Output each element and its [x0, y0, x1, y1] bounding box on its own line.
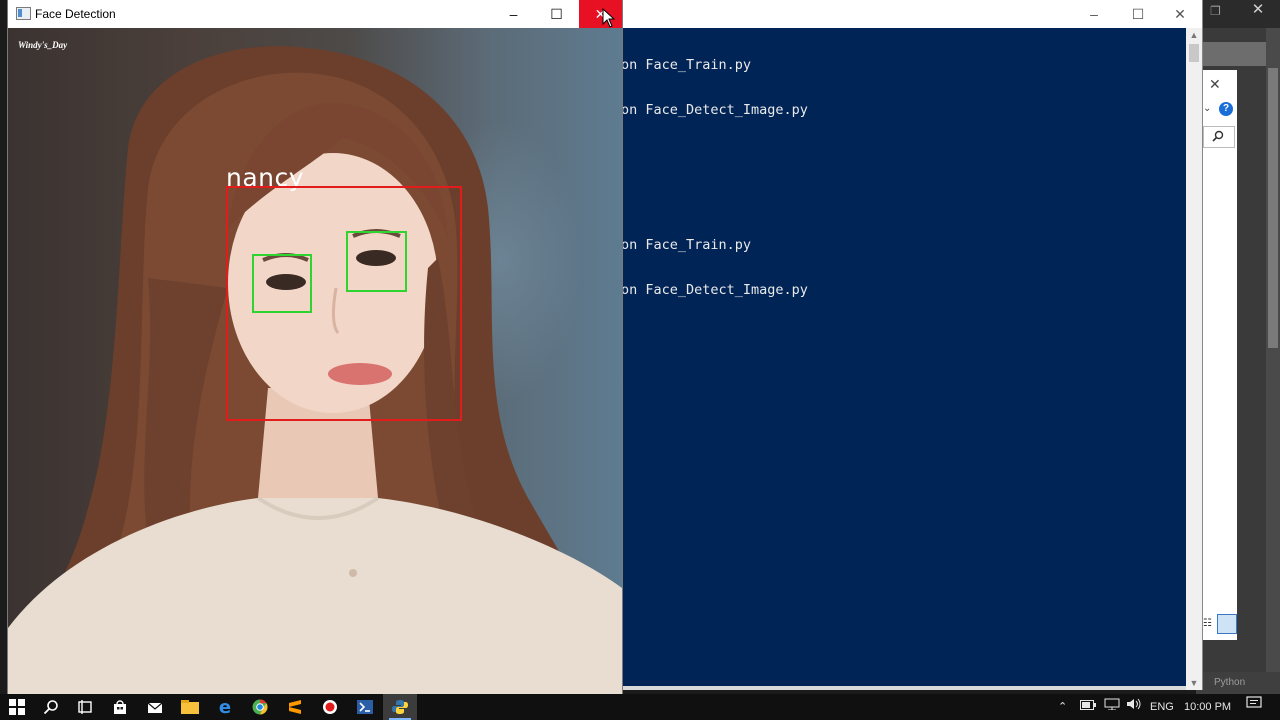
list-view-icon[interactable]: ☷ — [1203, 618, 1212, 629]
eye-bounding-box — [346, 231, 407, 292]
file-explorer-button[interactable] — [173, 694, 207, 720]
background-window: ❐ ✕ ✕ ⌄ ? ☷ Python — [1196, 0, 1280, 694]
console-titlebar: – ☐ ✕ — [602, 0, 1202, 28]
task-view-button[interactable] — [68, 694, 102, 720]
terminal-line: on Face_Detect_Image.py — [621, 282, 808, 298]
volume-icon[interactable] — [1126, 694, 1142, 720]
start-button[interactable] — [0, 694, 34, 720]
record-icon — [323, 700, 337, 714]
status-bar: Python — [1196, 672, 1280, 694]
sublime-icon — [289, 700, 301, 714]
window-title: Face Detection — [35, 7, 116, 21]
help-icon[interactable]: ? — [1219, 102, 1233, 116]
taskbar-search-button[interactable] — [34, 694, 68, 720]
mail-icon — [147, 702, 163, 713]
close-button[interactable]: ✕ — [1158, 0, 1202, 28]
maximize-button[interactable]: ☐ — [535, 0, 578, 28]
clock[interactable]: 10:00 PM — [1184, 694, 1231, 720]
chrome-button[interactable] — [243, 694, 277, 720]
eye-bounding-box — [252, 254, 312, 313]
console-window: – ☐ ✕ on Face_Train.py on Face_Detect_Im… — [602, 0, 1203, 690]
terminal-line: on Face_Detect_Image.py — [621, 102, 808, 118]
maximize-button[interactable]: ☐ — [1116, 0, 1160, 28]
terminal-output[interactable]: on Face_Train.py on Face_Detect_Image.py… — [621, 28, 1181, 686]
edge-icon: e — [218, 696, 232, 718]
python-icon — [392, 700, 408, 714]
store-icon — [114, 700, 126, 714]
terminal-line: on Face_Train.py — [621, 237, 752, 253]
minimize-button[interactable]: – — [492, 0, 535, 28]
scrollbar-thumb[interactable] — [1189, 44, 1199, 62]
side-panel: ✕ ⌄ ? ☷ — [1200, 70, 1237, 640]
powershell-button[interactable] — [348, 694, 382, 720]
restore-icon[interactable]: ❐ — [1210, 4, 1224, 18]
python-button[interactable] — [383, 694, 417, 720]
background-window-titlebar: ❐ ✕ — [1196, 0, 1280, 28]
mail-button[interactable] — [138, 694, 172, 720]
search-icon — [1212, 130, 1224, 142]
notifications-icon[interactable] — [1246, 694, 1262, 720]
chrome-icon — [252, 699, 268, 715]
console-scrollbar[interactable]: ▲ ▼ — [1186, 28, 1202, 690]
image-watermark: Windy's_Day — [18, 40, 68, 50]
taskbar: e ⌃ ENG 10:00 PM — [0, 694, 1280, 720]
network-icon[interactable] — [1104, 694, 1120, 720]
face-detection-window: Face Detection – ☐ ✕ Windy's_Day nancy — [8, 0, 622, 694]
chevron-up-icon[interactable]: ⌃ — [1058, 694, 1067, 720]
scroll-down-icon[interactable]: ▼ — [1186, 676, 1202, 690]
mouse-cursor-icon — [602, 8, 616, 28]
panel-view-icon[interactable] — [1217, 614, 1237, 634]
scrollbar-thumb[interactable] — [1268, 68, 1278, 348]
panel-close-icon[interactable]: ✕ — [1209, 76, 1221, 93]
window-app-icon — [16, 7, 31, 20]
task-view-icon — [78, 700, 92, 714]
powershell-icon — [357, 700, 373, 714]
battery-icon[interactable] — [1080, 694, 1096, 720]
start-icon — [9, 699, 25, 715]
file-explorer-icon — [181, 700, 199, 714]
panel-search-button[interactable] — [1203, 126, 1235, 148]
face-window-titlebar[interactable]: Face Detection – ☐ ✕ — [8, 0, 622, 28]
edge-button[interactable]: e — [208, 694, 242, 720]
store-button[interactable] — [103, 694, 137, 720]
close-icon[interactable]: ✕ — [1250, 2, 1266, 18]
recorder-button[interactable] — [313, 694, 347, 720]
detected-image: Windy's_Day nancy — [8, 28, 622, 694]
console-bottom-edge — [602, 686, 1186, 690]
chevron-down-icon[interactable]: ⌄ — [1203, 103, 1211, 114]
background-scrollbar[interactable] — [1266, 28, 1280, 694]
terminal-line: on Face_Train.py — [621, 57, 752, 73]
sublime-button[interactable] — [278, 694, 312, 720]
minimize-button[interactable]: – — [1072, 0, 1116, 28]
search-icon — [43, 700, 58, 715]
language-indicator[interactable]: ENG — [1150, 694, 1174, 720]
scroll-up-icon[interactable]: ▲ — [1186, 28, 1202, 42]
